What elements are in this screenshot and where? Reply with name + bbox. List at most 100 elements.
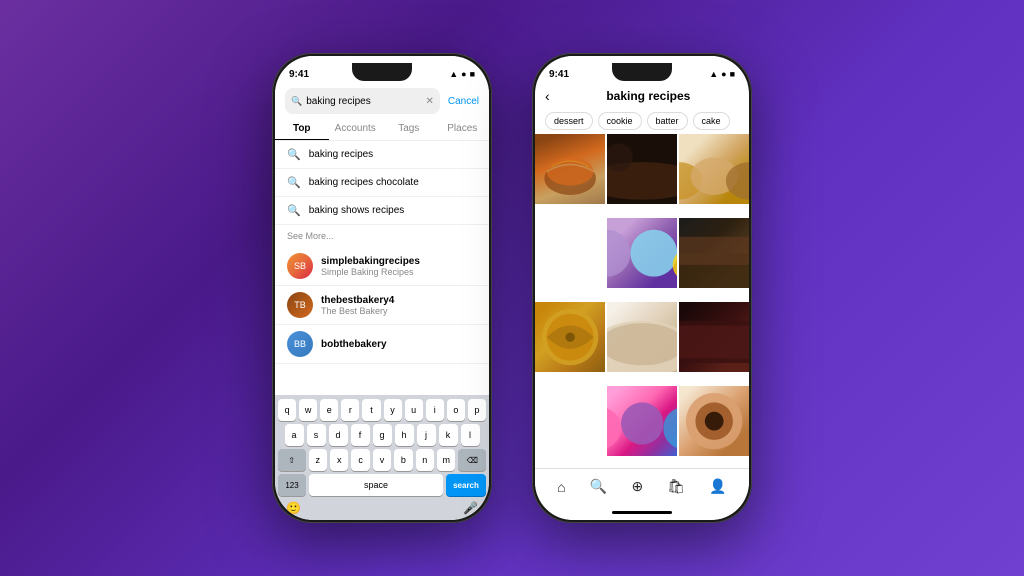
key-row-3: ⇧ z x c v b n m ⌫ [278, 449, 486, 471]
suggestion-1[interactable]: 🔍 baking recipes [275, 141, 489, 169]
key-q[interactable]: q [278, 399, 296, 421]
suggestion-2[interactable]: 🔍 baking recipes chocolate [275, 169, 489, 197]
key-v[interactable]: v [373, 449, 391, 471]
key-row-2: a s d f g h j k l [278, 424, 486, 446]
photo-cell-4[interactable] [607, 218, 677, 288]
nav-shop-icon[interactable]: 🛍 [667, 478, 685, 495]
tab-places[interactable]: Places [436, 118, 490, 140]
key-x[interactable]: x [330, 449, 348, 471]
key-a[interactable]: a [285, 424, 304, 446]
battery-icon-2: ■ [730, 69, 735, 79]
status-icons-1: ▲ ● ■ [449, 69, 475, 79]
photo-inner-7 [607, 302, 677, 372]
search-icon: 🔍 [291, 96, 302, 107]
key-b[interactable]: b [394, 449, 412, 471]
filter-dessert[interactable]: dessert [545, 112, 593, 130]
search-query: baking recipes [306, 96, 421, 107]
key-delete[interactable]: ⌫ [458, 449, 486, 471]
filter-row: dessert cookie batter cake [535, 108, 749, 134]
tab-top[interactable]: Top [275, 118, 329, 140]
key-l[interactable]: l [461, 424, 480, 446]
search-suggestion-icon-1: 🔍 [287, 148, 301, 161]
filter-cookie[interactable]: cookie [598, 112, 642, 130]
suggestion-3[interactable]: 🔍 baking shows recipes [275, 197, 489, 225]
search-suggestion-icon-2: 🔍 [287, 176, 301, 189]
key-m[interactable]: m [437, 449, 455, 471]
account-name-1: simplebakingrecipes [321, 256, 420, 267]
search-bar-row: 🔍 baking recipes ✕ Cancel [275, 84, 489, 118]
mic-icon[interactable]: 🎤 [463, 501, 478, 515]
key-i[interactable]: i [426, 399, 444, 421]
avatar-1: SB [287, 253, 313, 279]
key-u[interactable]: u [405, 399, 423, 421]
photo-cell-2[interactable] [607, 134, 677, 204]
photo-cell-6[interactable] [535, 302, 605, 372]
filter-cake[interactable]: cake [693, 112, 730, 130]
account-3[interactable]: BB bobthebakery [275, 325, 489, 364]
results-header: ‹ baking recipes [535, 84, 749, 108]
tab-accounts[interactable]: Accounts [329, 118, 383, 140]
photo-cell-5[interactable] [679, 218, 749, 288]
photo-cell-1[interactable] [535, 134, 605, 204]
nav-search-icon[interactable]: 🔍 [590, 478, 607, 495]
key-j[interactable]: j [417, 424, 436, 446]
photo-cell-3[interactable] [679, 134, 749, 204]
clear-button[interactable]: ✕ [425, 96, 433, 107]
account-desc-2: The Best Bakery [321, 306, 394, 316]
key-z[interactable]: z [309, 449, 327, 471]
time-2: 9:41 [549, 69, 569, 80]
cancel-button[interactable]: Cancel [448, 96, 479, 107]
emoji-icon[interactable]: 🙂 [286, 501, 301, 515]
photo-cell-8[interactable] [679, 302, 749, 372]
nav-profile-icon[interactable]: 👤 [709, 478, 726, 495]
signal-icon: ▲ [449, 69, 458, 79]
key-s[interactable]: s [307, 424, 326, 446]
key-k[interactable]: k [439, 424, 458, 446]
key-bottom-row: 123 space search [278, 474, 486, 496]
key-t[interactable]: t [362, 399, 380, 421]
account-name-2: thebestbakery4 [321, 295, 394, 306]
filter-batter[interactable]: batter [647, 112, 688, 130]
key-num[interactable]: 123 [278, 474, 306, 496]
time-1: 9:41 [289, 69, 309, 80]
key-o[interactable]: o [447, 399, 465, 421]
account-2[interactable]: TB thebestbakery4 The Best Bakery [275, 286, 489, 325]
photo-cell-9[interactable] [607, 386, 677, 456]
account-name-3: bobthebakery [321, 339, 387, 350]
tab-tags[interactable]: Tags [382, 118, 436, 140]
notch-1 [352, 63, 412, 81]
nav-home-icon[interactable]: ⌂ [557, 479, 565, 495]
account-1[interactable]: SB simplebakingrecipes Simple Baking Rec… [275, 247, 489, 286]
back-button[interactable]: ‹ [545, 88, 550, 104]
search-input-box[interactable]: 🔍 baking recipes ✕ [285, 88, 440, 114]
photo-inner-5 [679, 218, 749, 288]
nav-add-icon[interactable]: ⊕ [631, 478, 643, 495]
key-p[interactable]: p [468, 399, 486, 421]
key-w[interactable]: w [299, 399, 317, 421]
search-suggestions: 🔍 baking recipes 🔍 baking recipes chocol… [275, 141, 489, 395]
photo-cell-10[interactable] [679, 386, 749, 456]
key-h[interactable]: h [395, 424, 414, 446]
home-indicator-2 [612, 511, 672, 514]
key-f[interactable]: f [351, 424, 370, 446]
key-search[interactable]: search [446, 474, 486, 496]
photo-inner-3 [679, 134, 749, 204]
key-space[interactable]: space [309, 474, 443, 496]
key-d[interactable]: d [329, 424, 348, 446]
key-shift[interactable]: ⇧ [278, 449, 306, 471]
phone-2: 9:41 ▲ ● ■ ‹ baking recipes dessert cook… [532, 53, 752, 523]
key-c[interactable]: c [351, 449, 369, 471]
photo-inner-4 [607, 218, 677, 288]
key-g[interactable]: g [373, 424, 392, 446]
keyboard: q w e r t y u i o p a s d f g h j k l [275, 395, 489, 520]
key-e[interactable]: e [320, 399, 338, 421]
suggestion-text-1: baking recipes [309, 149, 373, 160]
photo-cell-7[interactable] [607, 302, 677, 372]
key-r[interactable]: r [341, 399, 359, 421]
account-desc-1: Simple Baking Recipes [321, 267, 420, 277]
key-y[interactable]: y [384, 399, 402, 421]
account-info-3: bobthebakery [321, 339, 387, 350]
suggestion-text-2: baking recipes chocolate [309, 177, 419, 188]
key-n[interactable]: n [416, 449, 434, 471]
see-more[interactable]: See More... [275, 225, 489, 247]
